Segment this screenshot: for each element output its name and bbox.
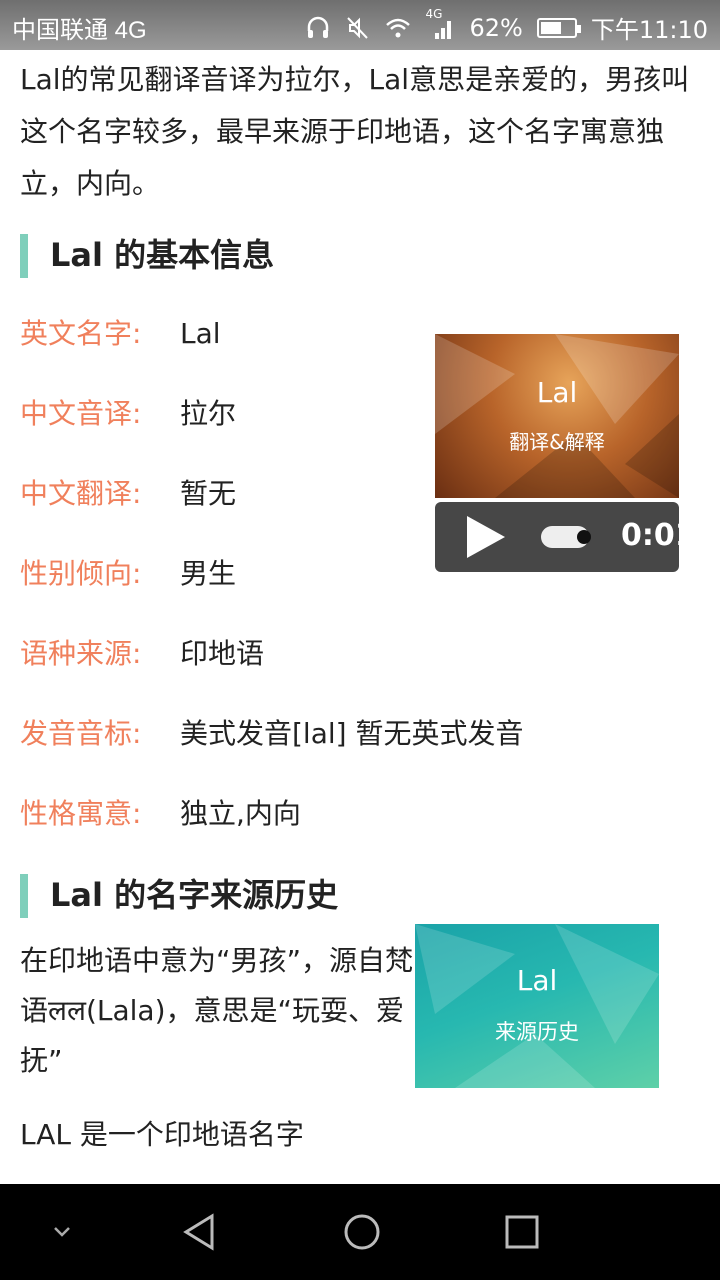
info-label: 发音音标: [20,717,142,750]
origin-title: Lal 的名字来源历史 [50,876,339,914]
origin-card-subtitle: 来源历史 [495,1020,579,1044]
origin-card[interactable]: Lal 来源历史 [415,924,659,1088]
info-value: 独立,内向 [180,797,301,830]
heading-accent-bar [20,874,28,918]
info-row: 性格寓意: 独立,内向 [20,774,700,854]
origin-last-line: LAL 是一个印地语名字 [20,1118,304,1151]
headphones-icon [308,16,329,38]
home-icon[interactable] [340,1210,384,1254]
info-value: Lal [180,317,221,350]
info-row: 发音音标: 美式发音[lal] 暂无英式发音 [20,694,700,774]
audio-player: 0:01 [435,502,679,572]
back-icon[interactable] [180,1210,224,1254]
info-label: 英文名字: [20,317,142,350]
status-icons: 4G 62% 下午11:10 [305,7,708,45]
origin-heading: Lal 的名字来源历史 [20,868,700,922]
navigation-bar [0,1184,720,1280]
video-card[interactable]: Lal 翻译&解释 0:01 [435,334,679,572]
polygon-pattern [435,334,679,498]
origin-card-title: Lal [516,964,558,997]
chevron-down-icon[interactable] [40,1210,84,1254]
info-label: 性别倾向: [20,557,142,590]
info-label: 性格寓意: [20,797,142,830]
player-time: 0:01 [621,518,679,553]
info-value: 拉尔 [180,397,237,430]
status-bar: 中国联通 4G 4G 62% 下午11:10 [0,0,720,50]
play-icon[interactable] [467,516,505,558]
video-subtitle: 翻译&解释 [509,430,605,454]
info-label: 中文音译: [20,397,142,430]
video-thumbnail[interactable]: Lal 翻译&解释 [435,334,679,498]
battery-icon [536,17,581,38]
video-title: Lal [536,376,578,409]
basic-info-heading: Lal 的基本信息 [20,228,700,282]
progress-slider[interactable] [541,526,591,548]
info-value: 男生 [180,557,237,590]
info-value: 印地语 [180,637,265,670]
origin-text: 在印地语中意为“男孩”，源自梵语लल(Lala)，意思是“玩耍、爱抚” [20,944,414,1077]
mute-icon [347,16,369,39]
carrier-label: 中国联通 4G [12,17,147,44]
clock: 下午11:10 [590,16,708,44]
info-value: 美式发音[lal] 暂无英式发音 [180,717,524,750]
recents-icon[interactable] [500,1210,544,1254]
heading-accent-bar [20,234,28,278]
info-label: 语种来源: [20,637,142,670]
intro-paragraph: Lal的常见翻译音译为拉尔，Lal意思是亲爱的，男孩叫这个名字较多，最早来源于印… [20,63,690,200]
basic-info-title: Lal 的基本信息 [50,236,275,274]
polygon-pattern [415,924,659,1088]
wifi-icon [386,18,411,37]
info-value: 暂无 [180,477,237,510]
info-row: 语种来源: 印地语 [20,614,700,694]
battery-percent: 62% [469,13,523,42]
signal-icon: 4G [425,7,455,41]
info-label: 中文翻译: [20,477,142,510]
